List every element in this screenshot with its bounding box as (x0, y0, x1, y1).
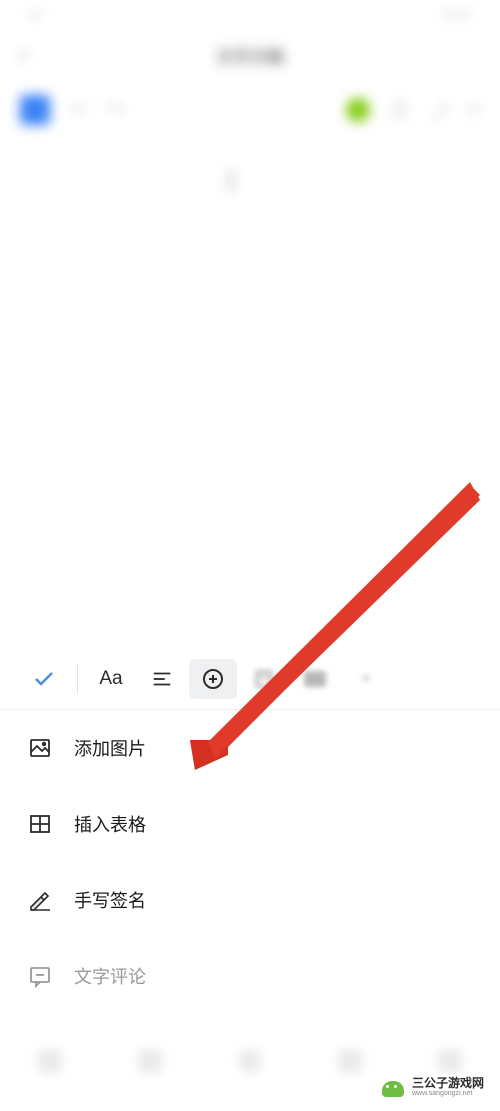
page-title: 文字文稿 (216, 43, 284, 68)
menu-item-signature[interactable]: 手写签名 (0, 862, 500, 938)
menu-label: 文字评论 (74, 963, 146, 989)
menu-icon[interactable]: ≡ (468, 99, 480, 122)
share-icon[interactable]: ⤴ (428, 96, 448, 125)
comment-icon (28, 964, 52, 988)
note-button[interactable] (240, 659, 288, 699)
checkmark-icon (32, 667, 56, 691)
editor-toolbar: Aa (0, 648, 500, 710)
note-icon (253, 668, 275, 690)
insert-button[interactable] (189, 659, 237, 699)
status-right: ••• ••• (444, 9, 470, 21)
insert-menu: 添加图片 插入表格 手写签名 (0, 710, 500, 1014)
plus-circle-icon (201, 667, 225, 691)
menu-item-add-image[interactable]: 添加图片 (0, 710, 500, 786)
redo-icon[interactable]: ↷ (107, 98, 124, 123)
toolbar-dropdown[interactable] (342, 659, 390, 699)
watermark-text: 三公子游戏网 www.sangongzi.net (412, 1077, 484, 1098)
color-swatch[interactable] (20, 95, 50, 125)
watermark-name: 三公子游戏网 (412, 1077, 484, 1090)
align-button[interactable] (138, 659, 186, 699)
text-cursor (230, 170, 232, 192)
image-icon (28, 736, 52, 760)
text-icon: Aa (99, 668, 122, 690)
text-format-button[interactable]: Aa (87, 659, 135, 699)
table-icon (28, 812, 52, 836)
undo-icon[interactable]: ↶ (70, 98, 87, 123)
watermark-url: www.sangongzi.net (412, 1090, 484, 1098)
status-indicator (346, 98, 370, 122)
top-toolbar: ↶ ↷ ☰ ⤴ ≡ (0, 80, 500, 140)
menu-label: 添加图片 (74, 735, 146, 761)
watermark: 三公子游戏网 www.sangongzi.net (374, 1074, 490, 1101)
toolbar-extra-1[interactable] (291, 659, 339, 699)
align-icon (151, 668, 173, 690)
menu-label: 手写签名 (74, 887, 146, 913)
signature-icon (28, 888, 52, 912)
status-bar: ••• ••• ••• (0, 0, 500, 30)
toolbar-divider (77, 664, 78, 694)
app-header: ‹ 文字文稿 (0, 30, 500, 80)
blurred-background: ••• ••• ••• ‹ 文字文稿 ↶ ↷ ☰ ⤴ ≡ (0, 0, 500, 648)
menu-item-insert-table[interactable]: 插入表格 (0, 786, 500, 862)
done-button[interactable] (20, 659, 68, 699)
blank-icon (304, 671, 326, 687)
menu-label: 插入表格 (74, 811, 146, 837)
menu-item-comment[interactable]: 文字评论 (0, 938, 500, 1014)
tool-icon[interactable]: ☰ (390, 98, 408, 123)
document-canvas[interactable] (0, 140, 500, 630)
chevron-down-icon (359, 672, 373, 686)
back-icon[interactable]: ‹ (20, 44, 27, 67)
watermark-logo-icon (380, 1078, 406, 1098)
status-left: ••• (30, 9, 42, 21)
